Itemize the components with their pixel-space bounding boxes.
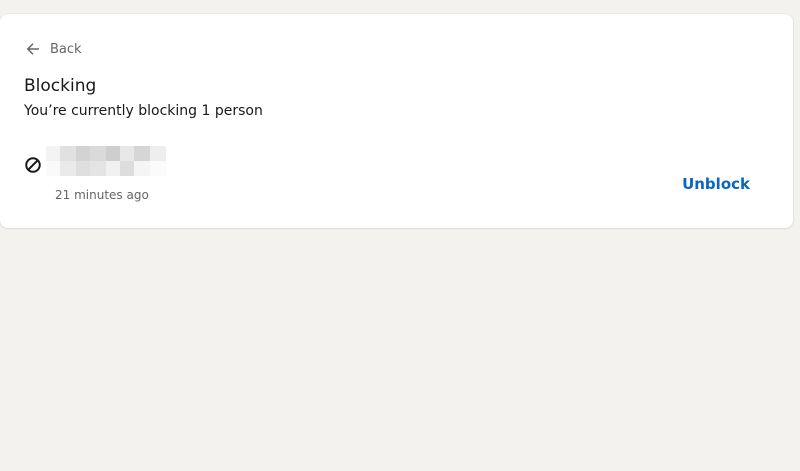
- blocked-time: 21 minutes ago: [55, 188, 149, 202]
- blocked-person-row: 21 minutes ago Unblock: [24, 144, 769, 202]
- back-button[interactable]: Back: [24, 40, 82, 58]
- arrow-left-icon: [26, 43, 39, 55]
- blocked-person-name-obscured: [46, 146, 166, 176]
- block-icon: [25, 157, 41, 173]
- back-label: Back: [50, 41, 82, 57]
- unblock-button[interactable]: Unblock: [682, 175, 750, 193]
- blocking-count-text: You’re currently blocking 1 person: [24, 103, 263, 119]
- page-title: Blocking: [24, 76, 97, 96]
- blocking-settings-card: Back Blocking You’re currently blocking …: [0, 14, 793, 228]
